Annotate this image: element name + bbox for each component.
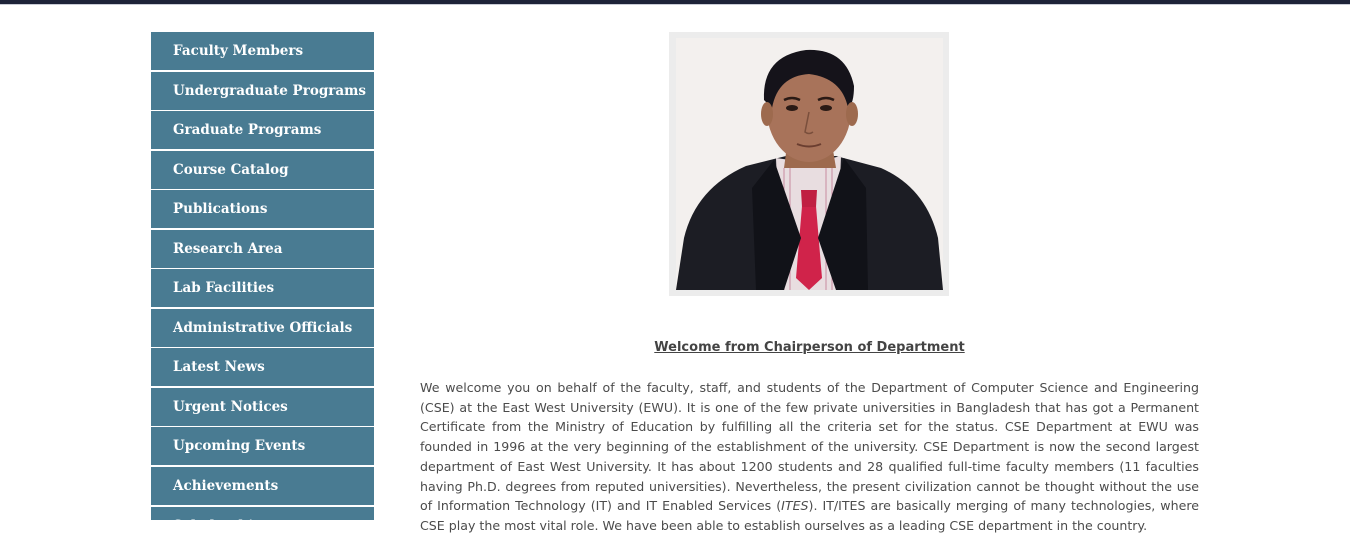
sidebar-item-course-catalog[interactable]: Course Catalog	[151, 150, 374, 189]
sidebar-item-administrative-officials[interactable]: Administrative Officials	[151, 308, 374, 347]
welcome-paragraph: We welcome you on behalf of the faculty,…	[420, 378, 1199, 536]
sidebar-item-research-area[interactable]: Research Area	[151, 229, 374, 268]
welcome-text-part-1: We welcome you on behalf of the faculty,…	[420, 380, 1199, 514]
sidebar-item-latest-news[interactable]: Latest News	[151, 348, 374, 387]
sidebar-item-undergraduate-programs[interactable]: Undergraduate Programs	[151, 71, 374, 110]
sidebar-item-graduate-programs[interactable]: Graduate Programs	[151, 111, 374, 150]
welcome-text-ites: ITES	[781, 498, 809, 514]
sidebar-item-lab-facilities[interactable]: Lab Facilities	[151, 269, 374, 308]
chairperson-photo	[676, 38, 943, 290]
sidebar-item-urgent-notices[interactable]: Urgent Notices	[151, 387, 374, 426]
sidebar-nav: Faculty Members Undergraduate Programs Gra…	[151, 32, 374, 520]
sidebar-item-publications[interactable]: Publications	[151, 190, 374, 229]
top-bar	[0, 0, 1350, 5]
welcome-title: Welcome from Chairperson of Department	[654, 340, 965, 355]
sidebar-item-faculty-members[interactable]: Faculty Members	[151, 32, 374, 70]
sidebar-item-scholarship[interactable]: Scholarship	[151, 506, 374, 520]
sidebar-item-upcoming-events[interactable]: Upcoming Events	[151, 427, 374, 466]
chairperson-photo-frame	[669, 32, 949, 296]
portrait-illustration	[676, 38, 943, 290]
sidebar-item-achievements[interactable]: Achievements	[151, 467, 374, 506]
